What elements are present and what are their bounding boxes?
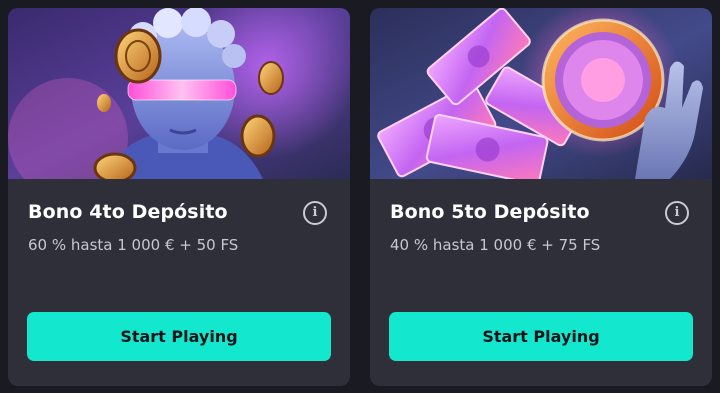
bonus-offer: 40 % hasta 1 000 € + 75 FS [390,236,601,254]
start-playing-button[interactable]: Start Playing [27,312,331,361]
card-title: Bono 5to Depósito [390,201,590,223]
statue-vr-coins-art [8,8,350,179]
info-icon[interactable]: i [303,201,327,225]
info-icon[interactable]: i [665,201,689,225]
bonus-card-4th-deposit: Bono 4to Depósito 60 % hasta 1 000 € + 5… [8,8,350,386]
bonus-card-5th-deposit: Bono 5to Depósito 40 % hasta 1 000 € + 7… [370,8,712,386]
hand-money-wheel-art [370,8,712,179]
promo-grid: Bono 4to Depósito 60 % hasta 1 000 € + 5… [0,0,720,393]
card-title: Bono 4to Depósito [28,201,228,223]
bonus-offer: 60 % hasta 1 000 € + 50 FS [28,236,239,254]
start-playing-button[interactable]: Start Playing [389,312,693,361]
